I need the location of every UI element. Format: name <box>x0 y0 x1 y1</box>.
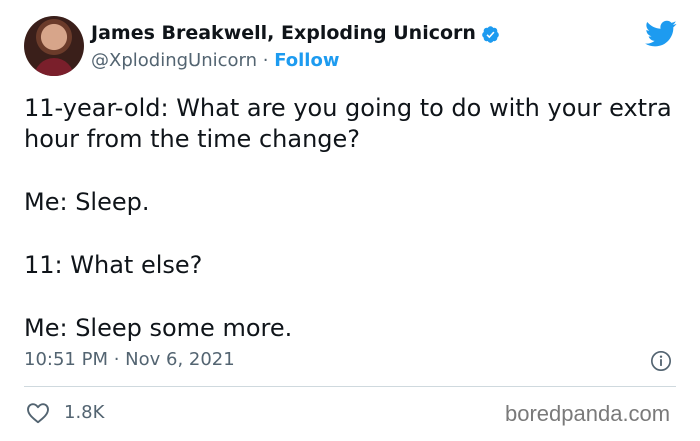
tweet-line: 11: What else? <box>24 251 203 279</box>
author-name[interactable]: James Breakwell, Exploding Unicorn <box>91 22 476 44</box>
author-handle[interactable]: @XplodingUnicorn <box>91 50 257 71</box>
divider <box>24 386 676 387</box>
info-icon[interactable] <box>650 350 672 372</box>
handle-line: @XplodingUnicorn · Follow <box>91 50 339 71</box>
tweet-line: 11-year-old: What are you going to do wi… <box>24 94 672 153</box>
watermark: boredpanda.com <box>505 401 671 426</box>
tweet-timestamp[interactable]: 10:51 PM · Nov 6, 2021 <box>24 349 235 370</box>
tweet-line: Me: Sleep. <box>24 188 150 216</box>
tweet-line: Me: Sleep some more. <box>24 314 293 342</box>
like-count[interactable]: 1.8K <box>64 402 104 423</box>
avatar-shirt <box>34 58 74 76</box>
handle-separator: · <box>257 50 275 71</box>
avatar[interactable] <box>24 16 84 76</box>
twitter-bird-icon[interactable] <box>645 20 677 48</box>
tweet-body: 11-year-old: What are you going to do wi… <box>24 93 674 344</box>
verified-badge-icon <box>482 26 499 43</box>
follow-button[interactable]: Follow <box>274 50 339 71</box>
heart-icon[interactable] <box>26 402 50 424</box>
